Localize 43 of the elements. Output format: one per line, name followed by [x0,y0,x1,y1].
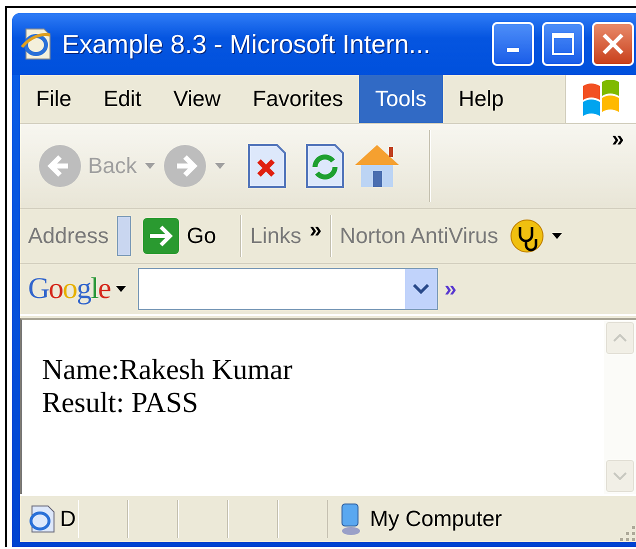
minimize-icon [507,48,519,52]
windows-logo-icon [581,80,621,118]
maximize-icon [551,32,575,56]
minimize-button[interactable] [492,22,534,66]
more-chevron[interactable]: » [612,126,624,152]
page-text: Name:Rakesh Kumar [42,354,294,387]
status-text: D [60,506,76,532]
refresh-icon[interactable] [304,143,345,189]
address-label: Address [28,223,109,249]
home-icon[interactable] [352,143,401,189]
caret-icon [214,163,225,169]
computer-icon [340,502,362,536]
menu-item[interactable]: File [20,75,88,123]
links-label: Links [250,223,302,249]
go-button[interactable]: Go [186,223,216,249]
stop-icon[interactable] [246,143,287,189]
menu-item[interactable]: Favorites [236,75,360,123]
page-text: Result: PASS [42,387,200,420]
resize-grip-icon[interactable] [620,526,636,542]
status-panel [278,500,328,538]
caret-icon [144,163,155,169]
window-title: Example 8.3 - Microsoft Intern... [62,28,432,60]
menu-item[interactable]: Tools [359,75,443,123]
status-panel [228,500,278,538]
stethoscope-icon[interactable] [510,219,544,253]
close-button[interactable] [592,22,634,66]
status-panel [78,500,128,538]
caret-icon [552,233,562,239]
maximize-button[interactable] [542,22,584,66]
more-chevron[interactable]: » [444,276,457,302]
menu-item[interactable]: Help [442,75,520,123]
close-icon [601,32,625,56]
search-logo[interactable]: Google [28,272,110,306]
status-panel [128,500,178,538]
menu-item[interactable]: Edit [87,75,158,123]
menu-item[interactable]: View [157,75,237,123]
links-chevron[interactable]: » [309,217,322,243]
zone-text: My Computer [370,506,502,532]
caret-icon [116,286,126,292]
search-field[interactable] [138,268,438,310]
antivirus-label: Norton AntiVirus [340,223,498,249]
address-field[interactable] [116,216,131,256]
status-panel [178,500,228,538]
